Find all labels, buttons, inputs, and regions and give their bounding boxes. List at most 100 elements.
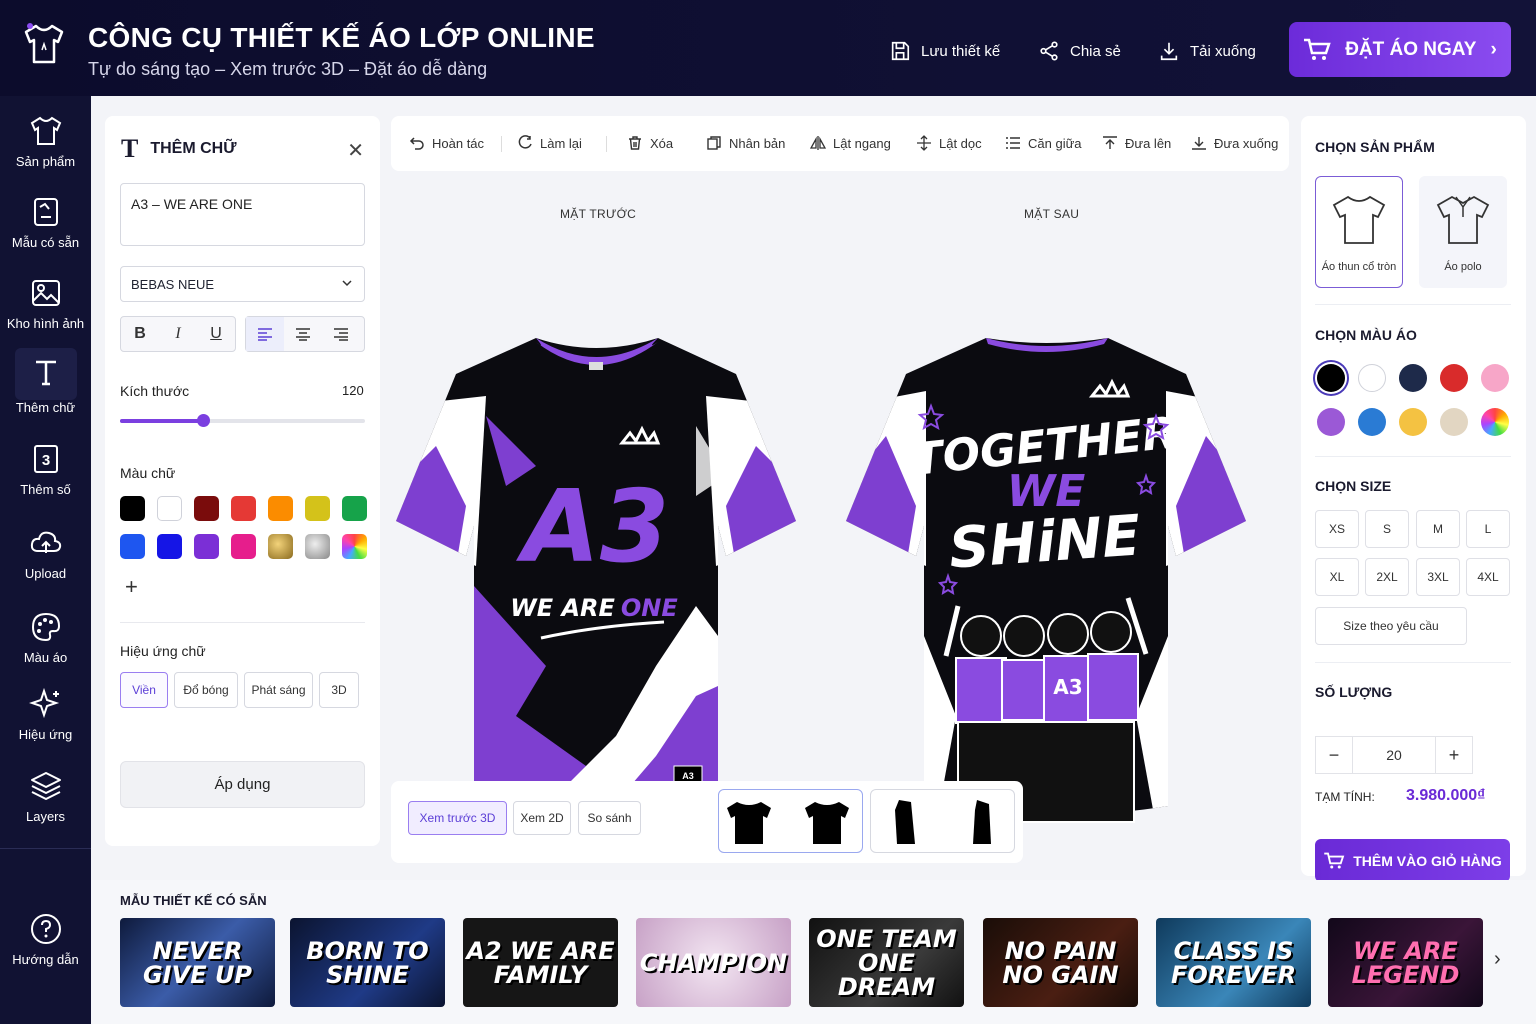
sidebar-item-add-text[interactable]: Thêm chữ [0,348,91,415]
quantity-input[interactable]: 20 [1353,736,1435,774]
sidebar-item-effects[interactable]: Hiệu ứng [0,687,91,742]
add-color-icon[interactable]: + [125,574,138,600]
sidebar-item-templates[interactable]: Mẫu có sẵn [0,195,91,250]
template-card[interactable]: NEVER GIVE UP [120,918,275,1007]
send-backward-button[interactable]: Đưa xuống [1191,135,1278,151]
text-color-swatch[interactable] [157,534,182,559]
share-button[interactable]: Chia sẻ [1038,40,1121,62]
shirt-color-swatch[interactable] [1440,364,1468,392]
view-2d-button[interactable]: Xem 2D [513,801,571,835]
close-icon[interactable]: ✕ [347,138,364,163]
product-polo[interactable]: Áo polo [1419,176,1507,288]
shirt-color-swatch[interactable] [1440,408,1468,436]
shirt-color-swatch[interactable] [1358,364,1386,392]
size-option[interactable]: 4XL [1466,558,1510,596]
increase-quantity-button[interactable]: + [1435,736,1473,774]
align-group [245,316,365,352]
align-right-button[interactable] [322,317,360,351]
sidebar-item-help[interactable]: Hướng dẫn [0,912,91,967]
size-option[interactable]: M [1416,510,1460,548]
text-color-swatch[interactable] [120,496,145,521]
template-label: CHAMPION [639,948,788,977]
size-option[interactable]: 3XL [1416,558,1460,596]
template-card[interactable]: ONE TEAM ONE DREAM [809,918,964,1007]
flip-horizontal-button[interactable]: Lật ngang [810,135,891,151]
chevron-right-icon[interactable]: › [1494,948,1501,971]
text-color-swatch[interactable] [268,496,293,521]
slider-handle[interactable] [197,414,211,427]
template-card[interactable]: BORN TO SHINE [290,918,445,1007]
save-design-button[interactable]: Lưu thiết kế [889,40,1000,62]
download-button[interactable]: Tải xuống [1158,40,1256,62]
product-crew-tshirt[interactable]: Áo thun cổ tròn [1315,176,1403,288]
size-option[interactable]: L [1466,510,1510,548]
decrease-quantity-button[interactable]: − [1315,736,1353,774]
add-to-cart-button[interactable]: THÊM VÀO GIỎ HÀNG [1315,839,1510,882]
front-shirt-preview[interactable]: A3 WE ARE ONE A3 [396,336,796,826]
text-color-swatch[interactable] [231,534,256,559]
template-card[interactable]: WE ARE LEGEND [1328,918,1483,1007]
effect-shadow-button[interactable]: Đổ bóng [174,672,238,708]
order-now-button[interactable]: ĐẶT ÁO NGAY › [1289,22,1511,77]
align-center-button[interactable] [284,317,322,351]
back-shirt-preview[interactable]: TOGETHER WE SHiNE A3 [846,336,1246,826]
shirt-color-swatch[interactable] [1317,408,1345,436]
sidebar-item-products[interactable]: Sản phẩm [0,114,91,169]
shirt-color-swatch[interactable] [1481,408,1509,436]
shirt-color-swatch[interactable] [1399,364,1427,392]
shirt-color-swatch[interactable] [1399,408,1427,436]
underline-button[interactable]: U [197,317,235,351]
text-color-swatch[interactable] [342,496,367,521]
center-align-button[interactable]: Căn giữa [1005,135,1082,151]
side-view-thumbnail[interactable] [870,789,1015,853]
italic-button[interactable]: I [159,317,197,351]
shirt-color-swatch[interactable] [1358,408,1386,436]
apply-button[interactable]: Áp dụng [120,761,365,808]
text-color-swatch[interactable] [120,534,145,559]
sidebar-item-layers[interactable]: Layers [0,769,91,824]
text-color-swatch[interactable] [231,496,256,521]
front-back-thumbnail[interactable] [718,789,863,853]
delete-button[interactable]: Xóa [627,135,673,151]
template-card[interactable]: CHAMPION [636,918,791,1007]
size-option[interactable]: XL [1315,558,1359,596]
shirt-color-swatch[interactable] [1481,364,1509,392]
custom-size-button[interactable]: Size theo yêu cầu [1315,607,1467,645]
design-canvas[interactable]: MẶT TRƯỚC MẶT SAU A3 WE ARE ONE A3 TOGET… [391,176,1289,856]
undo-button[interactable]: Hoàn tác [409,135,484,151]
text-input[interactable]: A3 – WE ARE ONE [120,183,365,246]
template-card[interactable]: A2 WE ARE FAMILY [463,918,618,1007]
effect-3d-button[interactable]: 3D [319,672,359,708]
size-slider[interactable] [120,414,365,427]
size-option[interactable]: 2XL [1365,558,1409,596]
template-card[interactable]: NO PAIN NO GAIN [983,918,1138,1007]
sidebar-item-add-number[interactable]: 3 Thêm số [0,442,91,497]
duplicate-button[interactable]: Nhân bản [706,135,785,151]
sidebar-item-upload[interactable]: Upload [0,526,91,581]
view-3d-button[interactable]: Xem trước 3D [408,801,507,835]
bold-button[interactable]: B [121,317,159,351]
effect-glow-button[interactable]: Phát sáng [244,672,313,708]
compare-button[interactable]: So sánh [578,801,641,835]
redo-button[interactable]: Làm lại [517,135,582,151]
text-color-swatch[interactable] [268,534,293,559]
align-center-icon [296,328,310,341]
text-color-swatch[interactable] [157,496,182,521]
size-option[interactable]: XS [1315,510,1359,548]
text-color-swatch[interactable] [194,534,219,559]
effect-outline-button[interactable]: Viền [120,672,168,708]
template-card[interactable]: CLASS IS FOREVER [1156,918,1311,1007]
font-select[interactable]: BEBAS NEUE [120,266,365,302]
flip-vertical-button[interactable]: Lật dọc [916,135,982,151]
sidebar-item-shirt-color[interactable]: Màu áo [0,610,91,665]
sidebar-item-images[interactable]: Kho hình ảnh [0,276,91,331]
text-color-swatch[interactable] [342,534,367,559]
bring-forward-button[interactable]: Đưa lên [1102,135,1171,151]
align-left-button[interactable] [246,317,284,351]
shirt-color-swatch[interactable] [1317,364,1345,392]
toolbar-separator [606,136,607,152]
text-color-swatch[interactable] [305,534,330,559]
text-color-swatch[interactable] [305,496,330,521]
text-color-swatch[interactable] [194,496,219,521]
size-option[interactable]: S [1365,510,1409,548]
